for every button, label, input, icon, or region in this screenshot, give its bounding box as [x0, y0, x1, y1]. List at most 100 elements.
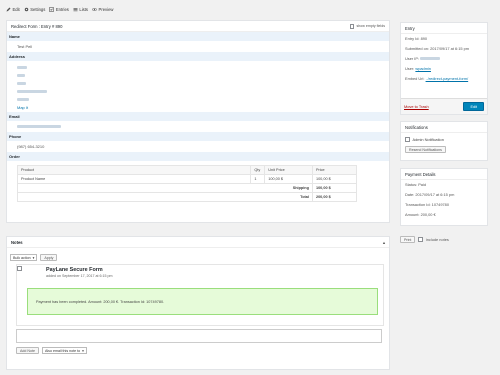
edit-icon — [6, 7, 11, 11]
payment-date: Date: 2017/09/17 at 6:15 pm — [405, 192, 455, 197]
print-button[interactable]: Print — [400, 236, 416, 243]
apply-button[interactable]: Apply — [40, 254, 58, 261]
phone-label: Phone — [7, 132, 389, 141]
admin-notification-checkbox[interactable] — [405, 137, 410, 142]
map-it-link[interactable]: Map It — [17, 105, 379, 110]
address-value: Map It — [7, 61, 389, 112]
notes-header: Notes ▴ — [7, 237, 389, 248]
order-table: Product Qty Unit Price Price Product Nam… — [16, 165, 358, 202]
entries-icon — [49, 6, 55, 12]
email-note-select[interactable]: Also email this note to ▾ — [41, 347, 87, 354]
resend-notifications-button[interactable]: Resend Notifications — [405, 146, 446, 153]
total-value: 200,00 $ — [311, 192, 358, 202]
name-label: Name — [7, 32, 389, 41]
submitted-on: Submitted on: 2017/09/17 at 6:15 pm — [405, 46, 470, 51]
order-table-wrap: Product Qty Unit Price Price Product Nam… — [7, 161, 389, 202]
shipping-label: Shipping — [17, 183, 313, 193]
toolbar-settings-label: Settings — [30, 6, 46, 12]
entry-sidebar-box: Entry Entry Id: 890 Submitted on: 2017/0… — [400, 22, 488, 115]
embed-url-label: Embed Url: — [405, 76, 425, 81]
name-value: Test Pell — [17, 44, 33, 49]
payment-status: Status: Paid — [405, 182, 426, 187]
add-note-button[interactable]: Add Note — [16, 347, 39, 354]
toolbar-lists-label: Lists — [79, 6, 89, 12]
order-label: Order — [7, 152, 389, 161]
entry-panel-header: Redirect Form : Entry # 890 show empty f… — [7, 21, 389, 32]
chevron-down-icon: ▾ — [82, 348, 84, 353]
toolbar-lists[interactable]: Lists — [73, 7, 88, 12]
note-title: PayLane Secure Form — [46, 267, 103, 273]
col-product: Product — [16, 165, 252, 175]
gear-icon — [24, 7, 28, 11]
shipping-value: 100,00 $ — [311, 183, 358, 193]
entry-box-actions: Move to Trash Edit — [401, 98, 487, 114]
product-unit-price: 100,00 $ — [264, 174, 313, 184]
notifications-header: Notifications — [401, 122, 487, 133]
shipping-row: Shipping 100,00 $ — [17, 183, 358, 193]
show-empty-label: show empty fields — [356, 24, 385, 28]
payment-amount: Amount: 200,00 € — [405, 212, 436, 217]
entry-id: Entry Id: 890 — [405, 36, 428, 41]
address-redacted — [17, 74, 25, 77]
toolbar-entries-label: Entries — [55, 6, 69, 12]
note-checkbox[interactable] — [17, 266, 22, 271]
order-header-row: Product Qty Unit Price Price — [16, 165, 358, 175]
show-empty-toggle[interactable]: show empty fields — [349, 21, 385, 32]
product-name: Product Name — [16, 174, 252, 184]
eye-icon — [92, 7, 97, 11]
entry-panel: Redirect Form : Entry # 890 show empty f… — [6, 20, 390, 223]
product-qty: 1 — [250, 174, 266, 184]
include-notes-checkbox[interactable] — [418, 237, 423, 242]
note-textarea[interactable] — [16, 329, 382, 343]
notifications-box: Notifications Admin Notification Resend … — [400, 121, 488, 161]
entry-title: Redirect Form : Entry # 890 — [11, 24, 63, 29]
user-ip: User IP: — [401, 54, 487, 64]
bulk-action-select[interactable]: Bulk action ▾ — [10, 254, 38, 261]
notes-title: Notes — [11, 240, 23, 245]
email-note-value: Also email this note to — [44, 348, 81, 353]
table-row: Product Name 1 100,00 $ 100,00 $ — [16, 174, 358, 184]
payment-transaction: Transaction Id: 10749780 — [405, 202, 449, 207]
show-empty-checkbox[interactable] — [349, 24, 355, 29]
toolbar-edit-label: Edit — [12, 6, 20, 12]
form-toolbar: Edit Settings Entries Lists Preview — [6, 4, 113, 14]
toolbar-settings[interactable]: Settings — [24, 6, 46, 12]
trash-link[interactable]: Move to Trash — [404, 104, 429, 109]
print-row: Print include notes — [400, 236, 449, 243]
address-label: Address — [7, 52, 389, 61]
address-redacted — [17, 98, 29, 101]
user-ip-redacted — [420, 57, 441, 60]
email-label: Email — [7, 112, 389, 121]
admin-notification-label: Admin Notification — [412, 137, 444, 142]
resend-wrap: Resend Notifications — [401, 144, 487, 155]
edit-button[interactable]: Edit — [463, 102, 484, 111]
bulk-action-value: Bulk action — [13, 255, 31, 260]
embed-url-row: Embed Url: ../redirect-payment-form/ — [401, 74, 487, 84]
user-row: User: wpadmin — [401, 64, 487, 74]
total-row: Total 200,00 $ — [17, 192, 358, 202]
note-message: Payment has been completed. Amount: 200,… — [27, 288, 378, 315]
address-redacted — [17, 90, 47, 93]
list-icon — [73, 7, 78, 11]
toolbar-preview[interactable]: Preview — [92, 7, 113, 12]
email-value — [7, 121, 389, 132]
note-actions: Add Note Also email this note to ▾ — [16, 347, 87, 354]
email-redacted — [17, 125, 61, 128]
toolbar-entries[interactable]: Entries — [49, 7, 69, 12]
collapse-icon[interactable]: ▴ — [383, 237, 385, 248]
toolbar-preview-label: Preview — [98, 6, 114, 12]
user-link[interactable]: wpadmin — [415, 66, 431, 71]
payment-details-box: Payment Details Status: Paid Date: 2017/… — [400, 168, 488, 226]
embed-url-link[interactable]: ../redirect-payment-form/ — [426, 76, 469, 81]
entry-box-header: Entry — [401, 23, 487, 34]
payment-details-header: Payment Details — [401, 169, 487, 180]
note-date: added on September 17, 2017 at 6:15 pm — [46, 274, 113, 278]
address-redacted — [17, 66, 27, 69]
col-unit-price: Unit Price — [264, 165, 313, 175]
user-label: User: — [405, 66, 415, 71]
user-ip-label: User IP: — [405, 56, 420, 61]
toolbar-edit[interactable]: Edit — [6, 7, 20, 12]
col-price: Price — [311, 165, 358, 175]
phone-value: (987) 654-3210 — [17, 144, 45, 149]
col-qty: Qty — [250, 165, 266, 175]
